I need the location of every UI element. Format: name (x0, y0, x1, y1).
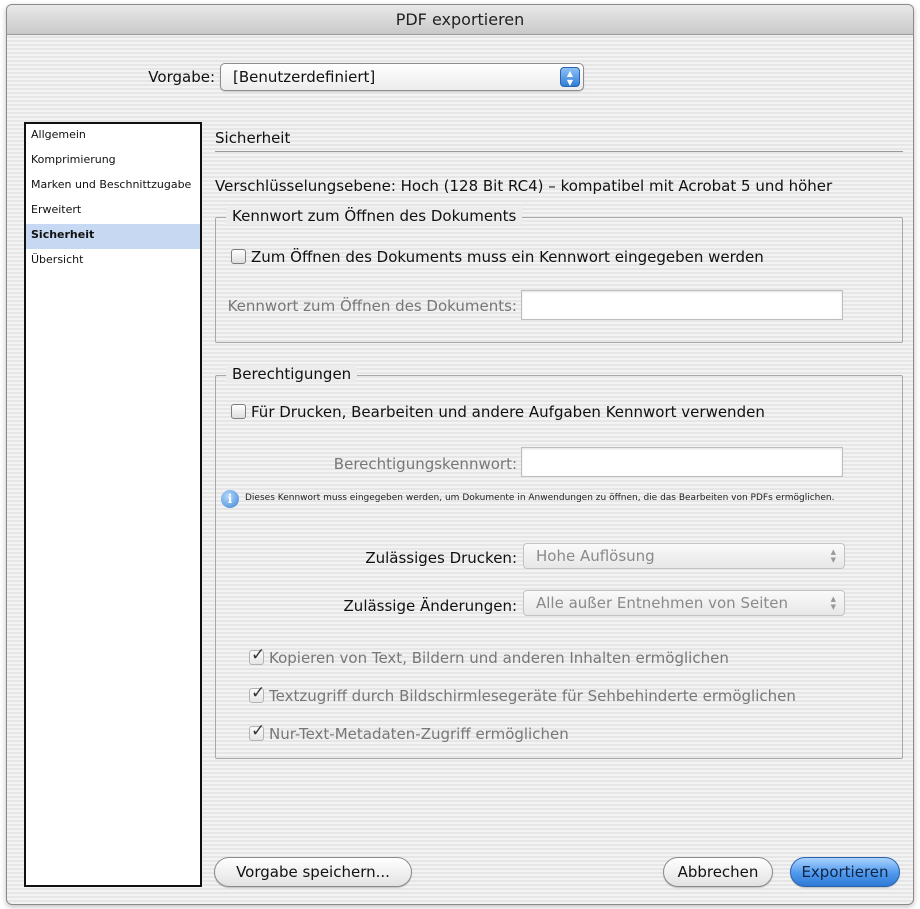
open-password-group: Kennwort zum Öffnen des Dokuments (215, 207, 903, 343)
screenreader-option-checkbox[interactable] (249, 683, 265, 703)
permissions-password-field[interactable] (521, 447, 843, 477)
changes-select[interactable]: Alle außer Entnehmen von Seiten ▲ ▼ (523, 590, 845, 616)
permissions-checkbox-row[interactable]: Für Drucken, Bearbeiten und andere Aufga… (231, 403, 765, 421)
sidebar-item-allgemein[interactable]: Allgemein (26, 124, 200, 149)
sidebar: Allgemein Komprimierung Marken und Besch… (24, 122, 202, 887)
printing-select[interactable]: Hohe Auflösung ▲ ▼ (523, 543, 845, 569)
sidebar-item-erweitert[interactable]: Erweitert (26, 199, 200, 224)
screenreader-option-row[interactable]: Textzugriff durch Bildschirmlesegeräte f… (249, 683, 796, 705)
copy-option-label: Kopieren von Text, Bildern und anderen I… (269, 649, 729, 667)
window-title: PDF exportieren (7, 5, 913, 35)
info-text: Dieses Kennwort muss eingegeben werden, … (245, 493, 835, 503)
preset-select[interactable]: [Benutzerdefiniert] ▲ ▼ (220, 63, 584, 91)
encryption-level-text: Verschlüsselungsebene: Hoch (128 Bit RC4… (215, 177, 833, 195)
printing-label: Zulässiges Drucken: (365, 549, 517, 567)
open-password-checkbox-row[interactable]: Zum Öffnen des Dokuments muss ein Kennwo… (231, 248, 764, 266)
changes-value: Alle außer Entnehmen von Seiten (536, 594, 788, 612)
select-arrows-icon: ▲ ▼ (830, 548, 836, 564)
permissions-password-checkbox[interactable] (231, 404, 246, 419)
permissions-password-label: Berechtigungskennwort: (333, 455, 517, 473)
sidebar-item-komprimierung[interactable]: Komprimierung (26, 149, 200, 174)
cancel-button[interactable]: Abbrechen (663, 857, 773, 887)
select-arrows-icon: ▲ ▼ (560, 67, 580, 87)
sidebar-item-uebersicht[interactable]: Übersicht (26, 249, 200, 274)
copy-option-checkbox[interactable] (249, 645, 265, 665)
metadata-option-row[interactable]: Nur-Text-Metadaten-Zugriff ermöglichen (249, 721, 569, 743)
export-button[interactable]: Exportieren (790, 857, 900, 887)
printing-value: Hohe Auflösung (536, 547, 655, 565)
open-password-field[interactable] (521, 290, 843, 320)
copy-option-row[interactable]: Kopieren von Text, Bildern und anderen I… (249, 645, 729, 667)
preset-label: Vorgabe: (148, 68, 215, 86)
sidebar-item-sicherheit[interactable]: Sicherheit (26, 224, 200, 249)
open-password-checkbox-label: Zum Öffnen des Dokuments muss ein Kennwo… (251, 248, 764, 266)
open-password-checkbox[interactable] (231, 249, 246, 264)
pdf-export-dialog: PDF exportieren Vorgabe: [Benutzerdefini… (6, 4, 914, 905)
permissions-checkbox-label: Für Drucken, Bearbeiten und andere Aufga… (251, 403, 765, 421)
save-preset-button[interactable]: Vorgabe speichern... (214, 857, 412, 887)
open-password-legend: Kennwort zum Öffnen des Dokuments (226, 207, 523, 225)
info-icon: i (221, 490, 239, 508)
changes-label: Zulässige Änderungen: (343, 597, 517, 615)
permissions-legend: Berechtigungen (226, 365, 358, 383)
open-password-field-label: Kennwort zum Öffnen des Dokuments: (227, 297, 517, 315)
select-arrows-icon: ▲ ▼ (830, 595, 836, 611)
metadata-option-label: Nur-Text-Metadaten-Zugriff ermöglichen (269, 725, 569, 743)
section-divider (215, 151, 903, 152)
sidebar-item-marken[interactable]: Marken und Beschnittzugabe (26, 174, 200, 199)
screenreader-option-label: Textzugriff durch Bildschirmlesegeräte f… (269, 687, 796, 705)
preset-value: [Benutzerdefiniert] (233, 68, 376, 86)
metadata-option-checkbox[interactable] (249, 721, 265, 741)
section-title: Sicherheit (215, 129, 291, 147)
